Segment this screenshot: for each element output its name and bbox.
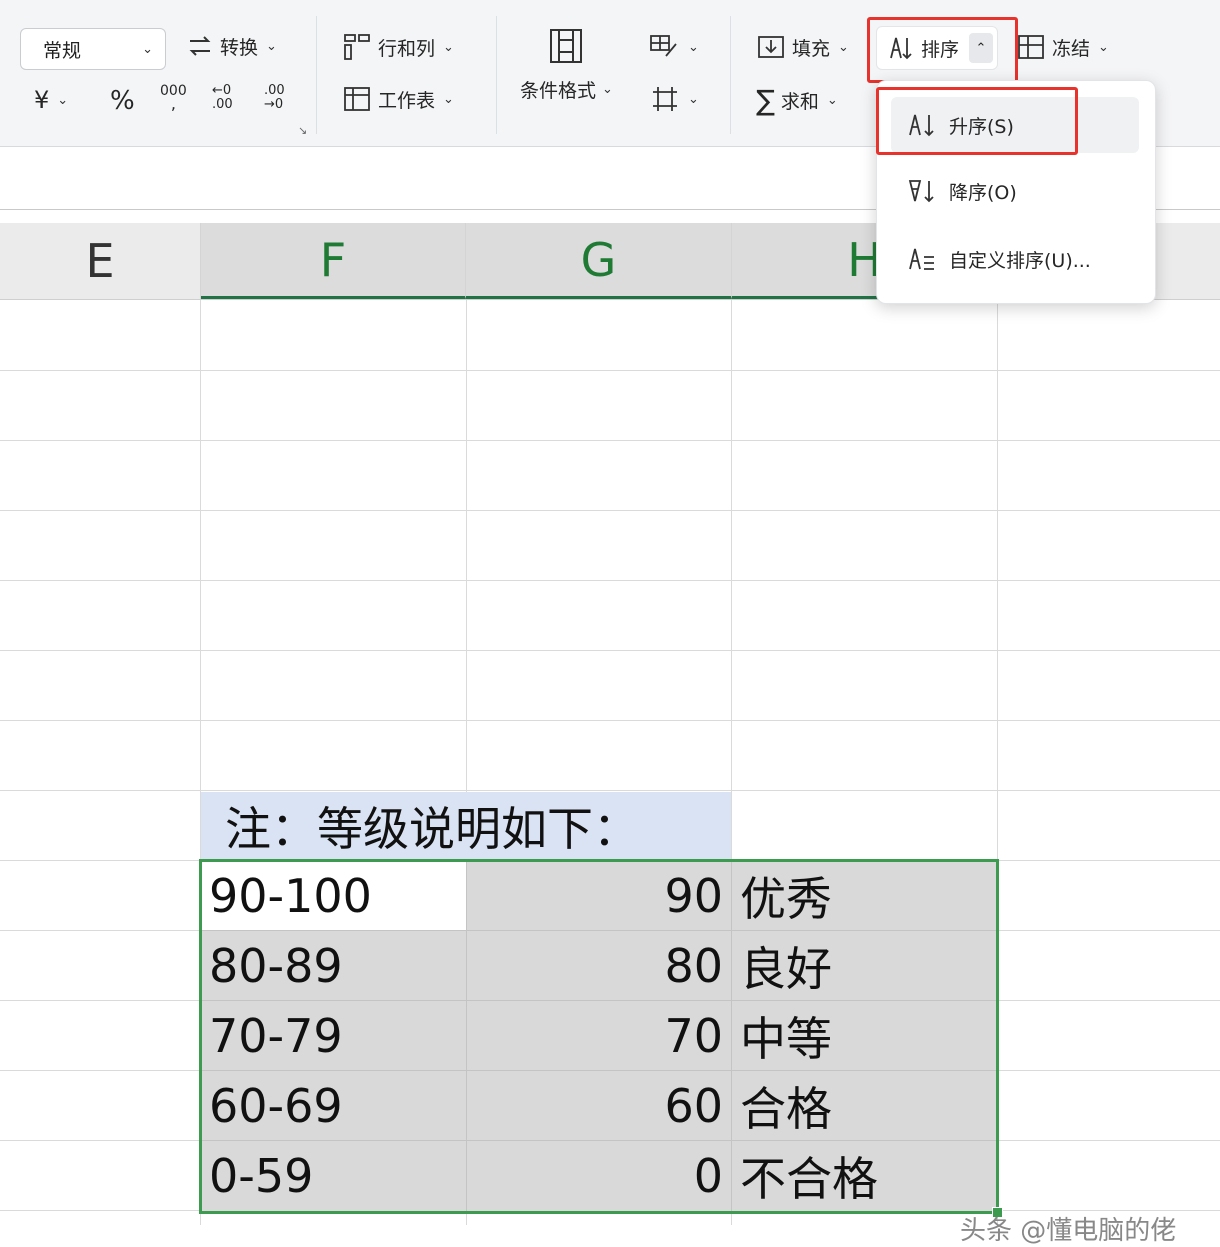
ribbon-divider [316, 16, 317, 134]
conditional-format-label: 条件格式 [520, 80, 597, 102]
currency-button[interactable]: ¥ ⌄ [34, 86, 68, 114]
comma-glyph: , [170, 94, 176, 113]
grid-line [0, 720, 1220, 721]
ascending-option-highlight [876, 87, 1078, 155]
sigma-icon: ∑ [756, 84, 775, 117]
worksheet-icon [342, 84, 372, 114]
chevron-down-icon: ⌄ [266, 38, 277, 54]
fill-down-icon [756, 32, 786, 62]
custom-sort-icon [907, 245, 937, 273]
worksheet-button[interactable]: 工作表 ⌄ [342, 84, 454, 114]
fill-label: 填充 [792, 37, 831, 60]
convert-label: 转换 [220, 36, 259, 59]
rows-cols-label: 行和列 [378, 37, 436, 60]
decrease-decimal-button[interactable]: .00 →0 [264, 84, 298, 112]
note-cell[interactable]: 注：等级说明如下： [201, 792, 731, 860]
conditional-format-button[interactable]: 条件格式 ⌄ [520, 26, 613, 103]
chevron-down-icon: ⌄ [57, 92, 69, 108]
grid-line [0, 650, 1220, 651]
chevron-down-icon: ⌄ [826, 93, 838, 108]
border-button[interactable]: ⌄ [650, 84, 699, 114]
number-format-value: 常规 [43, 39, 82, 62]
column-header-f[interactable]: F [201, 223, 466, 299]
menu-item-sort-descending[interactable]: 降序(O) [891, 163, 1139, 219]
sum-button[interactable]: ∑ 求和 ⌄ [756, 84, 838, 117]
chevron-down-icon: ⌄ [602, 82, 613, 97]
ribbon-divider [496, 16, 497, 134]
decrease-decimal-icon: .00 →0 [264, 83, 285, 112]
freeze-panes-icon [1016, 32, 1046, 62]
thousands-separator-button[interactable]: 000 , [160, 84, 187, 113]
conditional-format-icon [546, 26, 586, 66]
grid-line [0, 440, 1220, 441]
menu-item-custom-sort[interactable]: 自定义排序(U)... [891, 231, 1139, 287]
percent-icon: % [110, 86, 135, 116]
column-header-g[interactable]: G [466, 223, 732, 299]
ribbon-divider [730, 16, 731, 134]
chevron-down-icon: ⌄ [443, 91, 454, 107]
sum-label: 求和 [780, 91, 819, 113]
menu-item-label: 自定义排序(U)... [949, 249, 1091, 272]
freeze-button[interactable]: 冻结 ⌄ [1016, 32, 1109, 62]
currency-icon: ¥ [34, 86, 50, 114]
increase-decimal-icon: ←0 .00 [212, 83, 233, 112]
menu-item-label: 降序(O) [949, 181, 1017, 204]
grid-line [0, 790, 1220, 791]
dialog-launcher-icon[interactable]: ↘ [298, 124, 307, 137]
chevron-down-icon: ⌄ [142, 41, 153, 57]
grid-line [0, 580, 1220, 581]
chevron-down-icon: ⌄ [1098, 39, 1109, 55]
percent-button[interactable]: % [110, 86, 135, 116]
chevron-down-icon: ⌄ [838, 39, 849, 55]
sort-descending-icon [907, 177, 937, 205]
freeze-label: 冻结 [1052, 37, 1091, 60]
chevron-down-icon: ⌄ [443, 39, 454, 55]
chevron-down-icon: ⌄ [688, 91, 699, 107]
fill-button[interactable]: 填充 ⌄ [756, 32, 849, 62]
convert-icon [186, 32, 214, 60]
border-icon [650, 84, 680, 114]
worksheet-label: 工作表 [378, 89, 436, 112]
chevron-down-icon: ⌄ [688, 39, 699, 55]
grid-line [0, 370, 1220, 371]
convert-button[interactable]: 转换 ⌄ [186, 32, 277, 60]
column-header-e[interactable]: E [0, 223, 201, 299]
grid-line [0, 510, 1220, 511]
number-format-select[interactable]: 常规 ⌄ [20, 28, 166, 70]
brush-table-icon [648, 32, 680, 62]
watermark-text: 头条 @懂电脑的佬 [960, 1216, 1177, 1246]
selection-range-border [199, 859, 999, 1214]
rows-cols-icon [342, 32, 372, 62]
cell-style-button[interactable]: ⌄ [648, 32, 699, 62]
increase-decimal-button[interactable]: ←0 .00 [212, 84, 246, 112]
rows-cols-button[interactable]: 行和列 ⌄ [342, 32, 454, 62]
sort-button-highlight [867, 17, 1018, 83]
